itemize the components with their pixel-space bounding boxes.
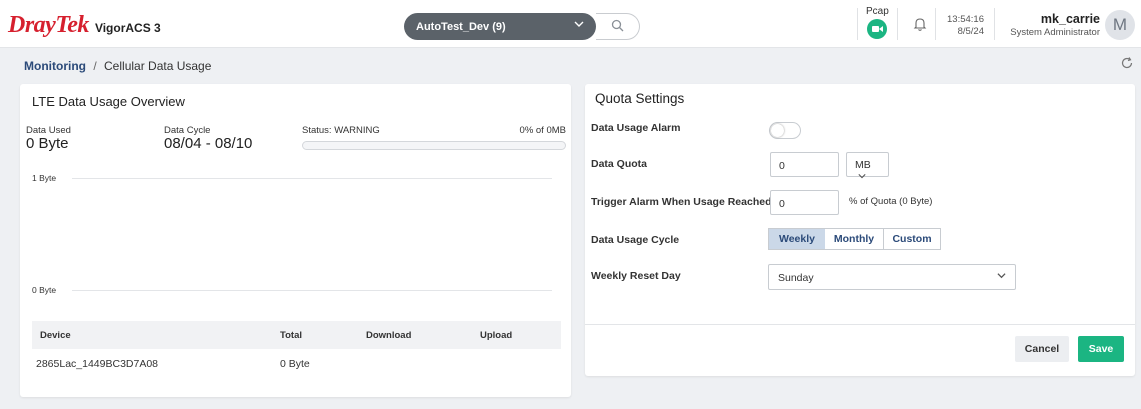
search-icon (611, 19, 624, 35)
breadcrumb-monitoring[interactable]: Monitoring (24, 59, 86, 73)
search-button[interactable] (596, 13, 640, 40)
weekly-reset-day-select[interactable]: Sunday (768, 264, 1016, 290)
chart-gridline (72, 178, 552, 179)
brand-logo: DrayTek (8, 12, 89, 38)
column-header-total[interactable]: Total (280, 330, 302, 341)
header-divider (857, 8, 858, 40)
lte-data-usage-card: LTE Data Usage Overview Data Used 0 Byte… (20, 84, 571, 397)
usage-table-header: Device Total Download Upload (32, 321, 561, 349)
chart-gridline (72, 290, 552, 291)
chevron-down-icon (574, 19, 584, 32)
chart-axis-label: 0 Byte (32, 285, 57, 295)
column-header-download[interactable]: Download (366, 330, 411, 341)
top-bar: DrayTek VigorACS 3 AutoTest_Dev (9) Pcap… (0, 0, 1141, 48)
header-divider (935, 8, 936, 40)
clock: 13:54:16 8/5/24 (938, 14, 984, 38)
breadcrumb: Monitoring / Cellular Data Usage (24, 59, 211, 73)
usage-progress-bar (302, 141, 566, 150)
refresh-icon[interactable] (1120, 56, 1134, 70)
breadcrumb-separator: / (93, 59, 97, 73)
data-used-value: 0 Byte (26, 135, 69, 152)
camera-icon[interactable] (867, 19, 887, 39)
save-button[interactable]: Save (1078, 336, 1124, 362)
chevron-down-icon (858, 173, 866, 182)
table-cell-device[interactable]: 2865Lac_1449BC3D7A08 (36, 358, 158, 370)
trigger-alarm-hint: % of Quota (0 Byte) (849, 196, 933, 207)
column-header-device[interactable]: Device (40, 330, 71, 341)
data-usage-alarm-toggle[interactable] (769, 122, 801, 139)
data-usage-alarm-label: Data Usage Alarm (591, 122, 681, 134)
chevron-down-icon (997, 271, 1006, 282)
product-name: VigorACS 3 (94, 21, 161, 35)
organization-selector[interactable]: AutoTest_Dev (9) (404, 13, 596, 40)
weekly-reset-day-label: Weekly Reset Day (591, 270, 681, 282)
cycle-option-weekly[interactable]: Weekly (768, 228, 826, 250)
table-cell-total: 0 Byte (280, 358, 310, 370)
usage-percent: 0% of 0MB (519, 125, 566, 136)
clock-time: 13:54:16 (947, 14, 984, 25)
quota-settings-card: Quota Settings Data Usage Alarm Data Quo… (585, 84, 1135, 376)
chart-axis-label: 1 Byte (32, 173, 57, 183)
data-usage-cycle-label: Data Usage Cycle (591, 234, 680, 246)
data-quota-unit-select[interactable]: MB (846, 152, 889, 179)
logo[interactable]: DrayTek VigorACS 3 (8, 12, 161, 39)
clock-date: 8/5/24 (957, 26, 984, 37)
header-divider (897, 8, 898, 40)
user-role: System Administrator (1010, 27, 1100, 38)
header-divider (994, 8, 995, 40)
avatar[interactable]: M (1105, 10, 1135, 40)
cycle-option-monthly[interactable]: Monthly (825, 228, 884, 250)
card-title: LTE Data Usage Overview (32, 94, 185, 109)
data-quota-unit-value: MB (855, 159, 871, 171)
bell-icon[interactable] (912, 16, 928, 32)
card-title: Quota Settings (595, 91, 685, 106)
trigger-alarm-input[interactable]: 0 (770, 190, 839, 215)
trigger-alarm-label: Trigger Alarm When Usage Reached (591, 196, 772, 208)
form-divider (585, 324, 1135, 325)
weekly-reset-day-value: Sunday (778, 272, 814, 284)
cancel-button[interactable]: Cancel (1015, 336, 1069, 362)
status-text: Status: WARNING (302, 125, 380, 136)
cycle-option-custom[interactable]: Custom (883, 228, 941, 250)
organization-selector-value: AutoTest_Dev (9) (416, 20, 506, 33)
user-info[interactable]: mk_carrie System Administrator (1004, 12, 1100, 38)
breadcrumb-current: Cellular Data Usage (104, 59, 212, 73)
pcap-label: Pcap (866, 6, 889, 17)
pcap-control[interactable]: Pcap (866, 6, 889, 39)
data-cycle-value: 08/04 - 08/10 (164, 135, 253, 152)
data-quota-input[interactable]: 0 (770, 152, 839, 177)
column-header-upload[interactable]: Upload (480, 330, 512, 341)
data-quota-label: Data Quota (591, 158, 648, 170)
user-name: mk_carrie (1040, 12, 1100, 26)
